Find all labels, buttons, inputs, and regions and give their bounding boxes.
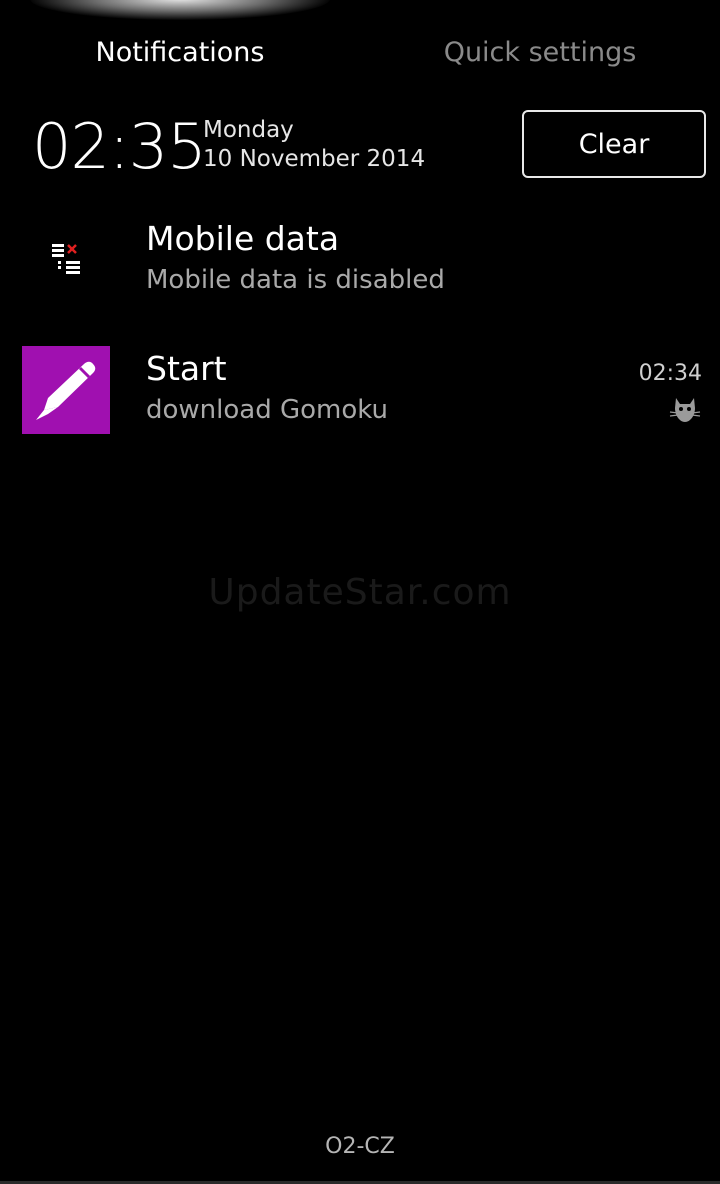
watermark: UpdateStar.com	[208, 572, 512, 613]
notification-time: 02:34	[638, 361, 702, 386]
pencil-icon	[36, 361, 96, 420]
carrier-label: O2-CZ	[325, 1134, 395, 1159]
tab-notifications[interactable]: Notifications	[0, 22, 360, 82]
clear-button[interactable]: Clear	[522, 110, 706, 178]
notification-subtitle: Mobile data is disabled	[146, 265, 445, 295]
notification-shade: Notifications Quick settings 02:35 Monda…	[0, 0, 720, 1184]
clock-time: 02:35	[32, 110, 207, 183]
notification-subtitle: download Gomoku	[146, 395, 389, 425]
mobile-data-disabled-icon	[52, 244, 80, 274]
date-day: Monday	[203, 117, 294, 143]
shade-tabs: Notifications Quick settings	[0, 22, 720, 82]
notification-title: Start	[146, 349, 227, 388]
date-block: Monday 10 November 2014	[203, 116, 425, 174]
date-full: 10 November 2014	[203, 146, 426, 172]
notification-start[interactable]: Start download Gomoku 02:34	[0, 335, 720, 445]
cat-icon	[669, 398, 701, 422]
tab-quick-settings[interactable]: Quick settings	[360, 22, 720, 82]
notification-title: Mobile data	[146, 219, 340, 258]
clock-row: 02:35 Monday 10 November 2014 Clear	[0, 108, 720, 188]
notification-mobile-data[interactable]: Mobile data Mobile data is disabled	[0, 205, 720, 315]
status-bar-glow	[30, 0, 330, 20]
app-icon-tile	[22, 346, 110, 434]
